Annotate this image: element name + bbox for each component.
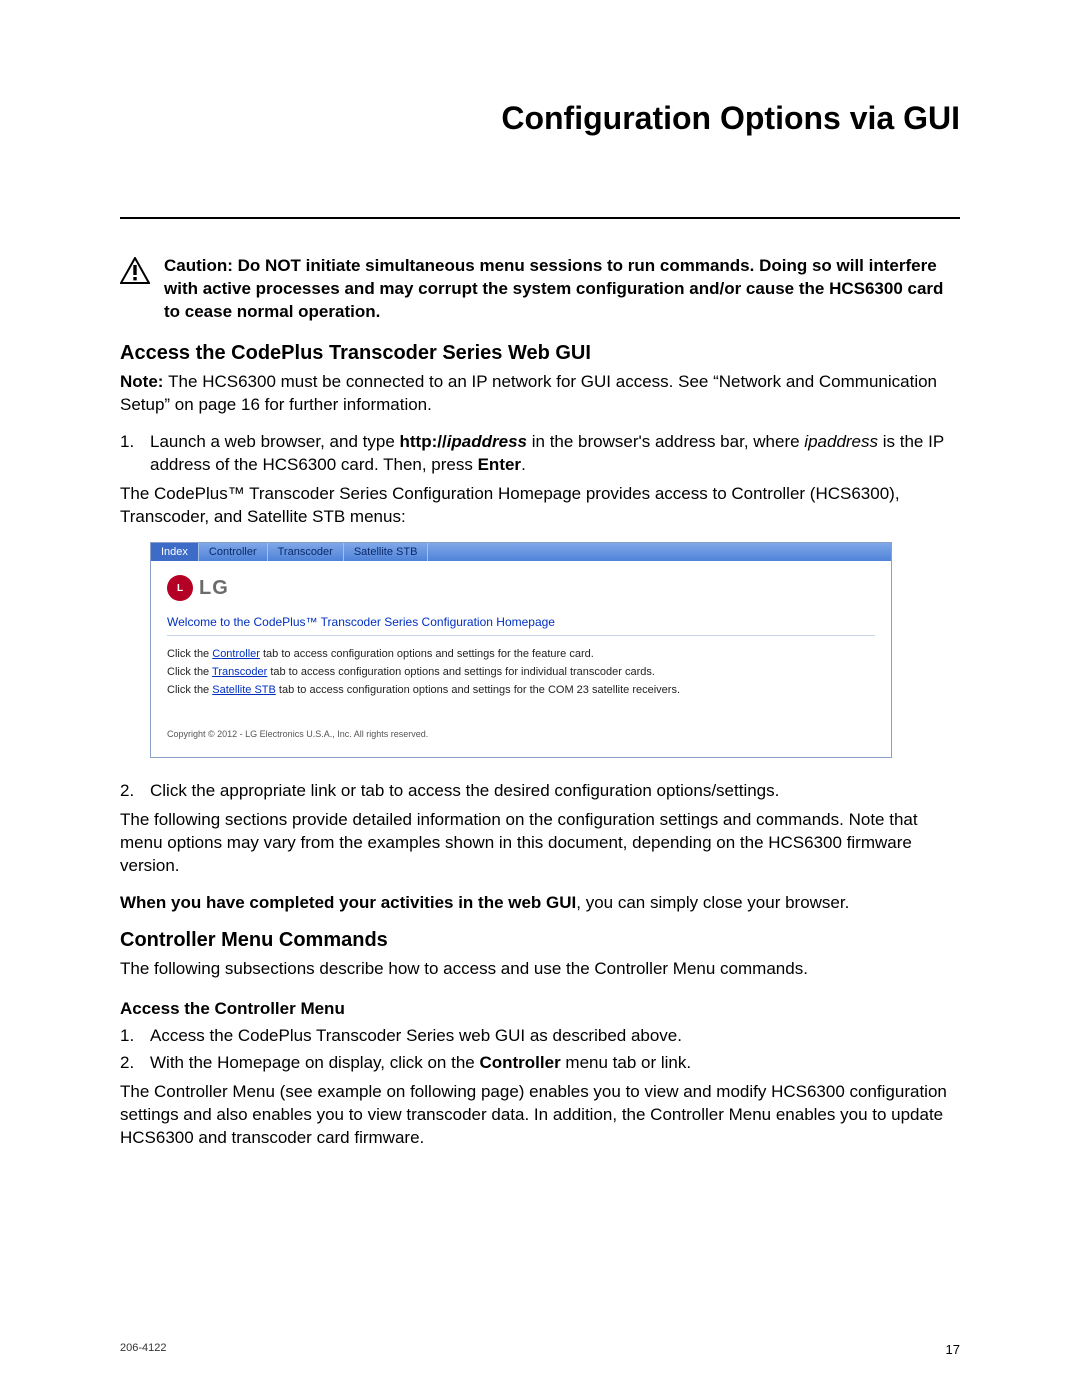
tab-index[interactable]: Index (151, 543, 199, 561)
controller-step-1: 1. Access the CodePlus Transcoder Series… (120, 1025, 960, 1048)
t-bold-italic: ipaddress (447, 432, 527, 451)
following-sections-text: The following sections provide detailed … (120, 809, 960, 878)
t: With the Homepage on display, click on t… (150, 1053, 479, 1072)
controller-step-2: 2. With the Homepage on display, click o… (120, 1052, 960, 1075)
tab-satellite-stb[interactable]: Satellite STB (344, 543, 429, 561)
step-1: 1. Launch a web browser, and type http:/… (120, 431, 960, 477)
tab-bar: Index Controller Transcoder Satellite ST… (151, 543, 891, 561)
warning-icon (120, 257, 150, 289)
completed-text: When you have completed your activities … (120, 892, 960, 915)
note-text: The HCS6300 must be connected to an IP n… (120, 372, 937, 414)
t: tab to access configuration options and … (276, 684, 680, 696)
step-number: 2. (120, 1052, 142, 1075)
section-heading-access-gui: Access the CodePlus Transcoder Series We… (120, 342, 960, 365)
step-text: Click the appropriate link or tab to acc… (150, 780, 960, 803)
rule-separator (120, 217, 960, 219)
t: in the browser's address bar, where (527, 432, 804, 451)
controller-followup: The Controller Menu (see example on foll… (120, 1081, 960, 1150)
t: Click the (167, 684, 212, 696)
caution-block: Caution: Do NOT initiate simultaneous me… (120, 255, 960, 324)
controller-link[interactable]: Controller (212, 648, 260, 660)
t-bold: http:// (400, 432, 447, 451)
instruction-line-1: Click the Controller tab to access confi… (167, 646, 875, 664)
embedded-body: L LG Welcome to the CodePlus™ Transcoder… (151, 561, 891, 757)
lg-logo-icon: L (167, 575, 193, 601)
t-bold: Controller (479, 1053, 560, 1072)
subsection-access-controller: Access the Controller Menu (120, 999, 960, 1019)
satellite-stb-link[interactable]: Satellite STB (212, 684, 276, 696)
step-number: 1. (120, 1025, 142, 1048)
note-paragraph: Note: The HCS6300 must be connected to a… (120, 371, 960, 417)
page-footer: 206-4122 17 (120, 1342, 960, 1357)
embedded-copyright: Copyright © 2012 - LG Electronics U.S.A.… (167, 729, 875, 749)
t: menu tab or link. (561, 1053, 691, 1072)
caution-text: Caution: Do NOT initiate simultaneous me… (164, 255, 960, 324)
tab-controller[interactable]: Controller (199, 543, 268, 561)
doc-number: 206-4122 (120, 1342, 167, 1357)
t: tab to access configuration options and … (260, 648, 594, 660)
step-number: 1. (120, 431, 142, 477)
step-1-followup: The CodePlus™ Transcoder Series Configur… (120, 483, 960, 529)
t: , you can simply close your browser. (576, 893, 849, 912)
t: . (521, 455, 526, 474)
section-heading-controller-menu: Controller Menu Commands (120, 929, 960, 952)
t-italic: ipaddress (804, 432, 878, 451)
page-title: Configuration Options via GUI (120, 100, 960, 137)
controller-intro: The following subsections describe how t… (120, 958, 960, 981)
t-bold: Enter (478, 455, 521, 474)
lg-logo-text: LG (199, 577, 229, 600)
t: Click the (167, 648, 212, 660)
instruction-line-2: Click the Transcoder tab to access confi… (167, 664, 875, 682)
lg-logo: L LG (167, 575, 229, 601)
document-page: Configuration Options via GUI Caution: D… (0, 0, 1080, 1397)
t: Click the (167, 666, 212, 678)
t: Launch a web browser, and type (150, 432, 400, 451)
tab-transcoder[interactable]: Transcoder (268, 543, 344, 561)
step-2: 2. Click the appropriate link or tab to … (120, 780, 960, 803)
instruction-line-3: Click the Satellite STB tab to access co… (167, 682, 875, 700)
embedded-homepage-screenshot: Index Controller Transcoder Satellite ST… (150, 542, 892, 758)
t-bold: When you have completed your activities … (120, 893, 576, 912)
step-number: 2. (120, 780, 142, 803)
page-number: 17 (946, 1342, 960, 1357)
note-label: Note: (120, 372, 168, 391)
welcome-heading: Welcome to the CodePlus™ Transcoder Seri… (167, 615, 875, 636)
transcoder-link[interactable]: Transcoder (212, 666, 267, 678)
step-text: Access the CodePlus Transcoder Series we… (150, 1025, 960, 1048)
step-text: With the Homepage on display, click on t… (150, 1052, 960, 1075)
t: tab to access configuration options and … (267, 666, 655, 678)
step-text: Launch a web browser, and type http://ip… (150, 431, 960, 477)
